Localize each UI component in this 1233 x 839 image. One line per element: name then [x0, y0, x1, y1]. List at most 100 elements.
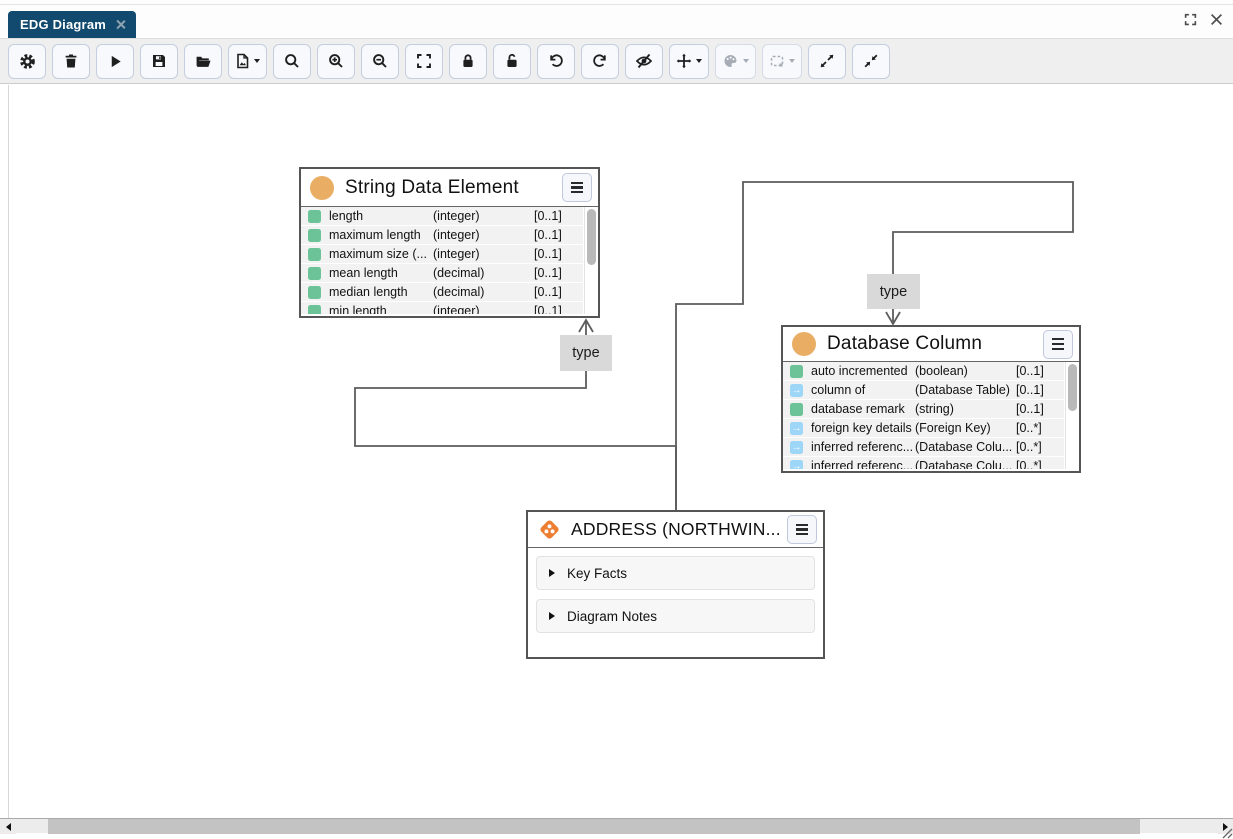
gear-icon: [19, 53, 36, 70]
close-panel-icon[interactable]: [1210, 13, 1223, 26]
redo-button[interactable]: [581, 44, 619, 79]
undo-icon: [548, 53, 564, 69]
node-database-column[interactable]: Database Column auto incremented (boolea…: [781, 325, 1081, 473]
tab-close-icon[interactable]: [115, 19, 126, 30]
collapsed-triangle-icon: [549, 569, 555, 577]
datatype-property-icon: [308, 248, 321, 261]
edge-address-to-string-data-element: [355, 321, 676, 510]
node-string-data-element[interactable]: String Data Element length (integer) [0.…: [299, 167, 600, 318]
attribute-row[interactable]: maximum length (integer) [0..1]: [301, 226, 583, 244]
zoom-out-button[interactable]: [361, 44, 399, 79]
collapsed-triangle-icon: [549, 612, 555, 620]
attribute-row[interactable]: median length (decimal) [0..1]: [301, 283, 583, 301]
attribute-row[interactable]: length (integer) [0..1]: [301, 207, 583, 225]
datatype-property-icon: [308, 286, 321, 299]
attribute-row[interactable]: auto incremented (boolean) [0..1]: [783, 362, 1064, 380]
selection-rectangle-icon: [769, 53, 785, 69]
zoom-in-button[interactable]: [317, 44, 355, 79]
image-file-icon: [235, 53, 250, 69]
attribute-row[interactable]: inferred referenc... (Database Colu... […: [783, 457, 1064, 469]
export-image-button[interactable]: [228, 44, 267, 79]
fit-screen-icon: [416, 53, 432, 69]
horizontal-scrollbar[interactable]: [0, 818, 1233, 833]
diagram-canvas[interactable]: String Data Element length (integer) [0.…: [8, 85, 1233, 818]
tab-edg-diagram[interactable]: EDG Diagram: [8, 11, 136, 38]
scroll-left-button[interactable]: [0, 819, 16, 834]
node-menu-button[interactable]: [787, 515, 817, 544]
attribute-row[interactable]: mean length (decimal) [0..1]: [301, 264, 583, 282]
move-mode-button[interactable]: [669, 44, 709, 79]
node-header[interactable]: ADDRESS (NORTHWIN...: [528, 512, 823, 548]
class-icon: [792, 332, 816, 356]
node-title: String Data Element: [345, 177, 562, 199]
node-title: Database Column: [827, 333, 1043, 355]
datatype-property-icon: [308, 210, 321, 223]
style-palette-button[interactable]: [715, 44, 756, 79]
run-layout-button[interactable]: [96, 44, 134, 79]
attribute-row[interactable]: foreign key details (Foreign Key) [0..*]: [783, 419, 1064, 437]
expand-all-button[interactable]: [808, 44, 846, 79]
object-property-icon: [790, 422, 803, 435]
bottom-bar: [0, 818, 1233, 839]
node-title: ADDRESS (NORTHWIN...: [571, 519, 787, 540]
search-icon: [284, 53, 300, 69]
tab-strip: EDG Diagram: [0, 0, 1233, 38]
section-label: Key Facts: [567, 566, 627, 581]
scrollbar-thumb[interactable]: [48, 819, 1140, 834]
undo-button[interactable]: [537, 44, 575, 79]
play-icon: [108, 54, 123, 69]
datatype-property-icon: [790, 365, 803, 378]
datatype-property-icon: [308, 229, 321, 242]
search-button[interactable]: [273, 44, 311, 79]
resize-grip-icon[interactable]: [1220, 826, 1233, 839]
hide-elements-button[interactable]: [625, 44, 663, 79]
zoom-out-icon: [372, 53, 388, 69]
dropdown-caret-icon: [696, 59, 702, 63]
attribute-row[interactable]: inferred referenc... (Database Colu... […: [783, 438, 1064, 456]
edge-label-type[interactable]: type: [560, 335, 612, 371]
node-menu-button[interactable]: [1043, 330, 1073, 359]
attribute-row[interactable]: maximum size (... (integer) [0..1]: [301, 245, 583, 263]
scrollbar-thumb[interactable]: [587, 209, 596, 265]
lock-icon: [460, 53, 476, 69]
object-property-icon: [790, 441, 803, 454]
attribute-row[interactable]: min length (integer) [0..1]: [301, 302, 583, 314]
node-address-northwind[interactable]: ADDRESS (NORTHWIN... Key Facts Diagram N…: [526, 510, 825, 659]
key-facts-section[interactable]: Key Facts: [536, 556, 815, 590]
open-button[interactable]: [184, 44, 222, 79]
save-button[interactable]: [140, 44, 178, 79]
node-menu-button[interactable]: [562, 173, 592, 202]
attribute-row[interactable]: database remark (string) [0..1]: [783, 400, 1064, 418]
zoom-in-icon: [328, 53, 344, 69]
diagram-toolbar: [0, 38, 1233, 84]
expand-arrows-icon: [819, 53, 835, 69]
move-icon: [676, 53, 692, 69]
collapse-arrows-icon: [863, 53, 879, 69]
attribute-row[interactable]: column of (Database Table) [0..1]: [783, 381, 1064, 399]
node-header[interactable]: Database Column: [783, 327, 1079, 362]
delete-button[interactable]: [52, 44, 90, 79]
node-scrollbar[interactable]: [1065, 362, 1079, 469]
instance-diamond-icon: [537, 517, 562, 542]
section-label: Diagram Notes: [567, 609, 657, 624]
eye-off-icon: [635, 53, 653, 69]
tab-title: EDG Diagram: [20, 17, 106, 32]
divider: [0, 4, 1233, 5]
class-icon: [310, 176, 334, 200]
redo-icon: [592, 53, 608, 69]
node-header[interactable]: String Data Element: [301, 169, 598, 207]
palette-icon: [722, 53, 739, 69]
diagram-notes-section[interactable]: Diagram Notes: [536, 599, 815, 633]
scrollbar-thumb[interactable]: [1068, 364, 1077, 411]
collapse-all-button[interactable]: [852, 44, 890, 79]
save-icon: [151, 53, 167, 69]
lock-button[interactable]: [449, 44, 487, 79]
node-scrollbar[interactable]: [584, 207, 598, 314]
maximize-panel-icon[interactable]: [1184, 13, 1197, 26]
fit-to-screen-button[interactable]: [405, 44, 443, 79]
select-region-button[interactable]: [762, 44, 802, 79]
settings-button[interactable]: [8, 44, 46, 79]
dropdown-caret-icon: [254, 59, 260, 63]
unlock-button[interactable]: [493, 44, 531, 79]
edge-label-type[interactable]: type: [867, 274, 920, 309]
